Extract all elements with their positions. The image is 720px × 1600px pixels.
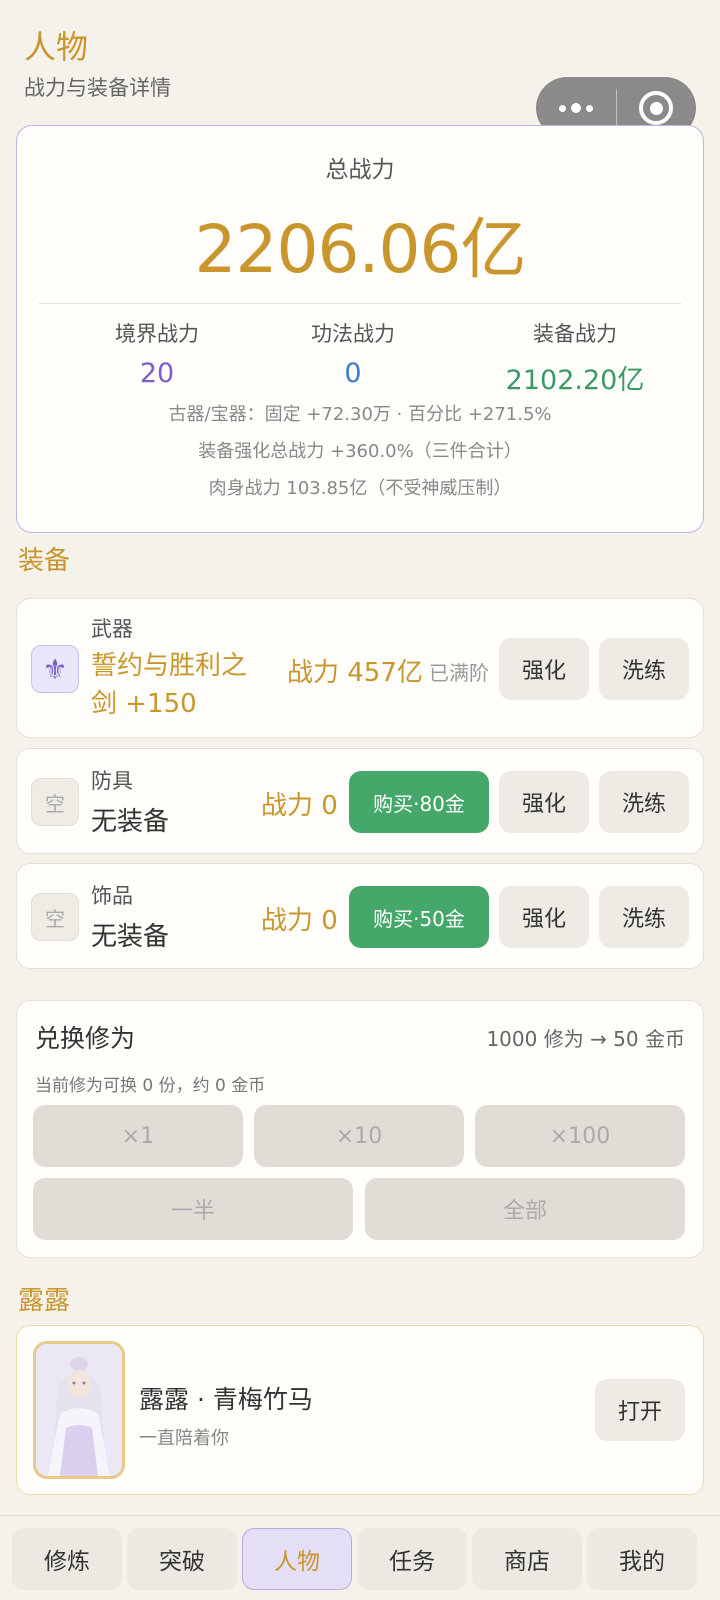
skill-power-stat: 功法战力 0: [273, 318, 433, 389]
exchange-all-button[interactable]: 全部: [365, 1178, 685, 1240]
realm-power-value: 20: [139, 358, 175, 389]
skill-power-label: 功法战力: [311, 322, 395, 346]
tab-breakthrough[interactable]: 突破: [127, 1528, 237, 1590]
page-subtitle: 战力与装备详情: [24, 76, 171, 100]
equipment-row-armor: 空 防具 无装备 战力 0 购买·80金 强化 洗练: [16, 748, 704, 854]
exchange-x1-button[interactable]: ×1: [33, 1105, 243, 1167]
exchange-x100-button[interactable]: ×100: [475, 1105, 685, 1167]
armor-name: 无装备: [91, 807, 170, 837]
tab-profile[interactable]: 我的: [587, 1528, 697, 1590]
total-power-label: 总战力: [325, 157, 395, 183]
equip-power-value: 2102.20亿: [505, 365, 645, 396]
exchange-rate: 1000 修为 → 50 金币: [486, 1027, 685, 1051]
weapon-name: 誓约与胜利之 剑 +150: [91, 647, 247, 723]
equipment-row-weapon: ⚜ 武器 誓约与胜利之 剑 +150 战力 457亿 已满阶 强化 洗练: [16, 598, 704, 738]
tab-character[interactable]: 人物: [242, 1528, 352, 1590]
body-power-note: 肉身战力 103.85亿（不受神威压制）: [208, 478, 512, 499]
page-title: 人物: [24, 28, 89, 66]
slot-type-label: 武器: [91, 617, 133, 641]
accessory-refine-button[interactable]: 洗练: [599, 886, 689, 948]
skill-power-value: 0: [344, 358, 362, 389]
weapon-name-line2: 剑 +150: [91, 689, 197, 719]
weapon-refine-button[interactable]: 洗练: [599, 638, 689, 700]
divider: [39, 303, 681, 304]
slot-type-label: 防具: [91, 769, 133, 793]
artifact-bonus-note: 古器/宝器：固定 +72.30万 · 百分比 +271.5%: [168, 404, 552, 425]
exchange-title: 兑换修为: [35, 1024, 136, 1053]
weapon-name-line1: 誓约与胜利之: [91, 651, 248, 681]
accessory-enhance-button[interactable]: 强化: [499, 886, 589, 948]
fleur-de-lis-icon: ⚜: [31, 645, 79, 693]
bottom-tab-bar: 修炼 突破 人物 任务 商店 我的: [0, 1515, 720, 1600]
total-power-value: 2206.06亿: [194, 211, 527, 288]
enhance-bonus-note: 装备强化总战力 +360.0%（三件合计）: [198, 441, 522, 462]
tab-quests[interactable]: 任务: [357, 1528, 467, 1590]
accessory-name: 无装备: [91, 922, 170, 952]
realm-power-stat: 境界战力 20: [77, 318, 237, 389]
weapon-enhance-button[interactable]: 强化: [499, 638, 589, 700]
empty-slot-icon: 空: [31, 893, 79, 941]
equip-power-label: 装备战力: [533, 322, 617, 346]
companion-portrait: [33, 1341, 125, 1479]
exchange-half-button[interactable]: 一半: [33, 1178, 353, 1240]
companion-name: 露露 · 青梅竹马: [139, 1385, 313, 1414]
maxed-badge: 已满阶: [429, 661, 489, 685]
tab-cultivate[interactable]: 修炼: [12, 1528, 122, 1590]
accessory-power: 战力 0: [261, 906, 338, 936]
more-dots-icon: [558, 103, 593, 113]
exchange-x10-button[interactable]: ×10: [254, 1105, 464, 1167]
target-circle-icon: [639, 91, 674, 125]
armor-refine-button[interactable]: 洗练: [599, 771, 689, 833]
total-power-card: 总战力 2206.06亿 境界战力 20 功法战力 0 装备战力 2102.20…: [16, 125, 704, 533]
companion-open-button[interactable]: 打开: [595, 1379, 685, 1441]
companion-section-title: 露露: [18, 1286, 71, 1316]
exchange-card: 兑换修为 1000 修为 → 50 金币 当前修为可换 0 份，约 0 金币 ×…: [16, 1000, 704, 1258]
companion-portrait-image: [36, 1344, 122, 1476]
weapon-power: 战力 457亿: [287, 658, 423, 688]
armor-power: 战力 0: [261, 791, 338, 821]
exchange-info: 当前修为可换 0 份，约 0 金币: [35, 1076, 266, 1096]
tab-shop[interactable]: 商店: [472, 1528, 582, 1590]
companion-description: 一直陪着你: [139, 1428, 229, 1449]
empty-slot-icon: 空: [31, 778, 79, 826]
companion-card: 露露 · 青梅竹马 一直陪着你 打开: [16, 1325, 704, 1495]
armor-enhance-button[interactable]: 强化: [499, 771, 589, 833]
equipment-section-title: 装备: [18, 546, 71, 576]
equip-power-stat: 装备战力 2102.20亿: [455, 318, 695, 397]
realm-power-label: 境界战力: [115, 322, 199, 346]
slot-type-label: 饰品: [91, 884, 133, 908]
armor-buy-button[interactable]: 购买·80金: [349, 771, 489, 833]
accessory-buy-button[interactable]: 购买·50金: [349, 886, 489, 948]
equipment-row-accessory: 空 饰品 无装备 战力 0 购买·50金 强化 洗练: [16, 863, 704, 969]
